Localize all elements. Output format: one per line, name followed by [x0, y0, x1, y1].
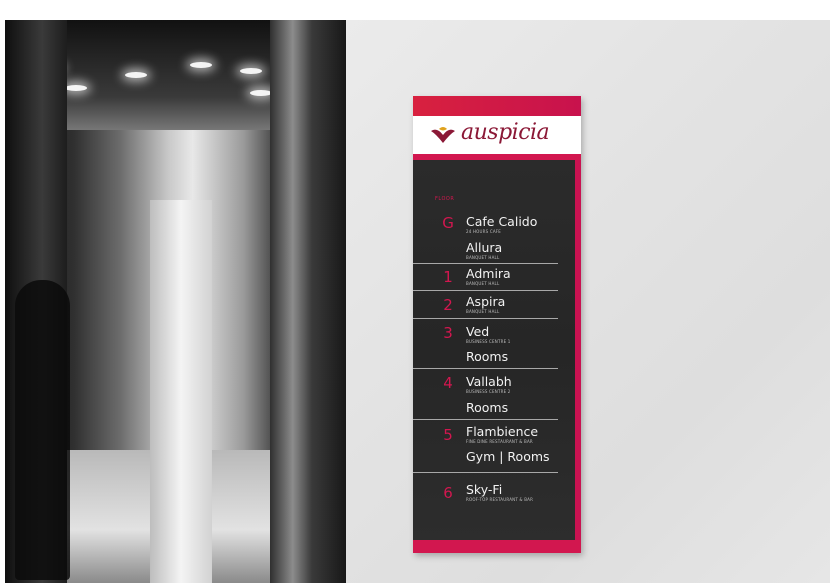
venue-name: Flambience: [466, 424, 539, 439]
divider-line: [413, 472, 558, 473]
person-reflection: [15, 280, 70, 580]
floor-number: 6: [443, 484, 453, 502]
venue-subtitle: BANQUET HALL: [466, 309, 500, 314]
floor-number: 4: [443, 374, 453, 392]
venue-subtitle: ROOF-TOP RESTAURANT & BAR: [466, 497, 534, 502]
ceiling-light: [65, 85, 87, 91]
divider-line: [413, 290, 558, 291]
divider-line: [413, 419, 558, 420]
venue-subtitle: BUSINESS CENTRE 1: [466, 339, 511, 344]
white-pillar: [150, 200, 212, 583]
venue-name: Cafe Calido: [466, 214, 538, 229]
floor-number: 1: [443, 268, 453, 286]
ceiling-light: [190, 62, 212, 68]
divider-line: [413, 263, 558, 264]
lobby-photo: [5, 20, 346, 583]
venue-name: Ved: [466, 324, 490, 339]
venue-name: Aspira: [466, 294, 506, 309]
floor-heading: FLOOR: [435, 196, 455, 202]
venue-name: Gym | Rooms: [466, 449, 550, 464]
venue-name: Allura: [466, 240, 503, 255]
venue-name: Rooms: [466, 400, 509, 415]
floor-number: 2: [443, 296, 453, 314]
scene: auspicia FLOOR G Cafe Calido 24 HOURS CA…: [0, 0, 830, 583]
venue-name: Rooms: [466, 349, 509, 364]
floor-number: 3: [443, 324, 453, 342]
divider-line: [413, 368, 558, 369]
auspicia-logo-icon: [431, 127, 455, 143]
venue-subtitle: 24 HOURS CAFE: [466, 229, 501, 234]
floor-number: 5: [443, 426, 453, 444]
floor-number: G: [442, 214, 454, 232]
venue-subtitle: BANQUET HALL: [466, 255, 500, 260]
floor-directory-sign: auspicia FLOOR G Cafe Calido 24 HOURS CA…: [413, 96, 581, 553]
venue-subtitle: BUSINESS CENTRE 2: [466, 389, 511, 394]
venue-name: Vallabh: [466, 374, 512, 389]
brand-logo-text: auspicia: [461, 120, 550, 145]
divider-line: [413, 318, 558, 319]
ceiling-light: [250, 90, 272, 96]
ceiling-light: [125, 72, 147, 78]
elevator-frame-right: [270, 20, 346, 583]
venue-subtitle: FINE DINE RESTAURANT & BAR: [466, 439, 533, 444]
sign-top-bar: [413, 96, 581, 116]
ceiling-light: [240, 68, 262, 74]
venue-subtitle: BANQUET HALL: [466, 281, 500, 286]
venue-name: Sky-Fi: [466, 482, 503, 497]
venue-name: Admira: [466, 266, 511, 281]
